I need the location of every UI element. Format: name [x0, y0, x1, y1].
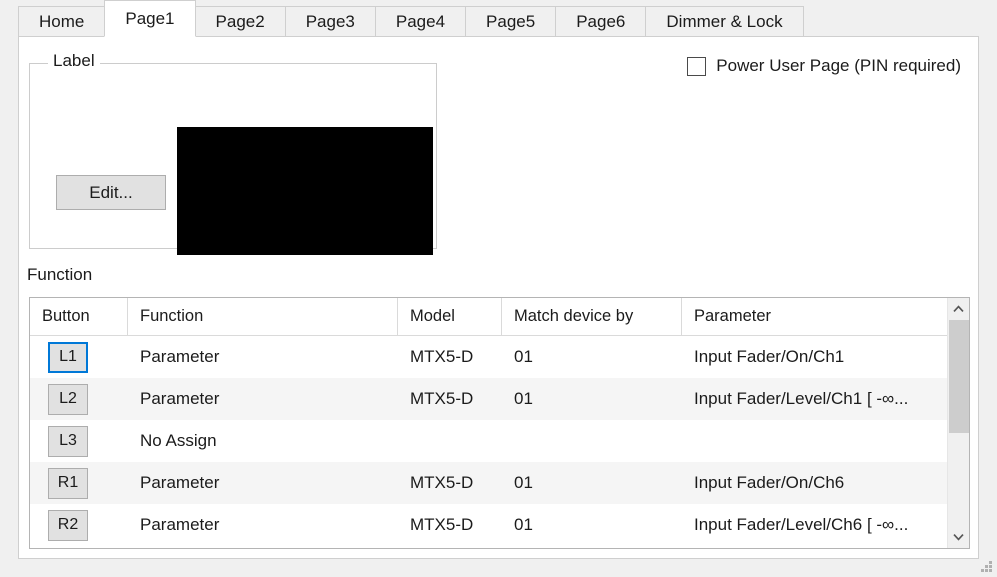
label-group-title: Label	[48, 51, 100, 71]
function-table-body: ButtonFunctionModelMatch device byParame…	[30, 298, 947, 548]
function-table-header: ButtonFunctionModelMatch device byParame…	[30, 298, 947, 336]
cell-button: R1	[30, 462, 128, 504]
label-image-preview[interactable]	[177, 127, 433, 255]
scroll-up-arrow-icon[interactable]	[948, 298, 969, 320]
cell-match-device-by[interactable]: 01	[502, 378, 682, 420]
function-table: ButtonFunctionModelMatch device byParame…	[29, 297, 970, 549]
cell-model[interactable]: MTX5-D	[398, 336, 502, 378]
cell-button: L2	[30, 378, 128, 420]
cell-parameter[interactable]: Input Fader/On/Ch1	[682, 336, 947, 378]
cell-function[interactable]: No Assign	[128, 420, 398, 462]
cell-match-device-by[interactable]: 01	[502, 336, 682, 378]
column-header-match-device-by[interactable]: Match device by	[502, 298, 682, 335]
tab-page6[interactable]: Page6	[555, 6, 646, 37]
cell-model[interactable]: MTX5-D	[398, 504, 502, 546]
cell-function[interactable]: Parameter	[128, 336, 398, 378]
cell-button: R2	[30, 504, 128, 546]
tab-bar: HomePage1Page2Page3Page4Page5Page6Dimmer…	[0, 0, 997, 37]
tab-page1[interactable]: Page1	[104, 0, 195, 37]
power-user-page-checkbox[interactable]: Power User Page (PIN required)	[687, 56, 961, 76]
tab-page3[interactable]: Page3	[285, 6, 376, 37]
table-row[interactable]: L1 ParameterMTX5-D01Input Fader/On/Ch1	[30, 336, 947, 378]
scrollbar-thumb[interactable]	[949, 320, 969, 433]
column-header-model[interactable]: Model	[398, 298, 502, 335]
table-row[interactable]: L3 No Assign	[30, 420, 947, 462]
table-row[interactable]: R1 ParameterMTX5-D01Input Fader/On/Ch6	[30, 462, 947, 504]
cell-model[interactable]: MTX5-D	[398, 378, 502, 420]
cell-function[interactable]: Parameter	[128, 378, 398, 420]
cell-parameter[interactable]: Input Fader/On/Ch6	[682, 462, 947, 504]
cell-parameter[interactable]: Input Fader/Level/Ch1 [ -∞...	[682, 378, 947, 420]
window-bottom-strip	[0, 560, 997, 577]
cell-match-device-by[interactable]: 01	[502, 504, 682, 546]
tab-page4[interactable]: Page4	[375, 6, 466, 37]
cell-function[interactable]: Parameter	[128, 504, 398, 546]
tab-page5[interactable]: Page5	[465, 6, 556, 37]
column-header-function[interactable]: Function	[128, 298, 398, 335]
row-button-r1[interactable]: R1	[48, 468, 88, 499]
power-user-page-label: Power User Page (PIN required)	[716, 56, 961, 76]
tab-dimmer-lock[interactable]: Dimmer & Lock	[645, 6, 803, 37]
cell-function[interactable]: Parameter	[128, 462, 398, 504]
function-table-scrollbar[interactable]	[947, 298, 969, 548]
tab-page2[interactable]: Page2	[195, 6, 286, 37]
row-button-l3[interactable]: L3	[48, 426, 88, 457]
column-header-button[interactable]: Button	[30, 298, 128, 335]
cell-parameter[interactable]: Input Fader/Level/Ch6 [ -∞...	[682, 504, 947, 546]
scrollbar-track[interactable]	[948, 320, 969, 526]
cell-match-device-by[interactable]: 01	[502, 462, 682, 504]
row-button-l2[interactable]: L2	[48, 384, 88, 415]
cell-model[interactable]: MTX5-D	[398, 462, 502, 504]
table-row[interactable]: L2 ParameterMTX5-D01Input Fader/Level/Ch1…	[30, 378, 947, 420]
application-window: HomePage1Page2Page3Page4Page5Page6Dimmer…	[0, 0, 997, 577]
tab-home[interactable]: Home	[18, 6, 105, 37]
cell-model[interactable]	[398, 420, 502, 462]
page1-content-panel: Label Edit... Power User Page (PIN requi…	[18, 36, 979, 559]
row-button-r2[interactable]: R2	[48, 510, 88, 541]
cell-parameter[interactable]	[682, 420, 947, 462]
function-table-rows: L1ParameterMTX5-D01Input Fader/On/Ch1L2P…	[30, 336, 947, 546]
checkbox-box-icon[interactable]	[687, 57, 706, 76]
row-button-l1[interactable]: L1	[48, 342, 88, 373]
cell-button: L3	[30, 420, 128, 462]
edit-label-button[interactable]: Edit...	[56, 175, 166, 210]
scroll-down-arrow-icon[interactable]	[948, 526, 969, 548]
column-header-parameter[interactable]: Parameter	[682, 298, 947, 335]
cell-button: L1	[30, 336, 128, 378]
cell-match-device-by[interactable]	[502, 420, 682, 462]
function-section-title: Function	[27, 265, 92, 285]
label-group-box: Label Edit...	[29, 63, 437, 249]
resize-grip-icon[interactable]	[980, 561, 993, 574]
table-row[interactable]: R2 ParameterMTX5-D01Input Fader/Level/Ch6…	[30, 504, 947, 546]
